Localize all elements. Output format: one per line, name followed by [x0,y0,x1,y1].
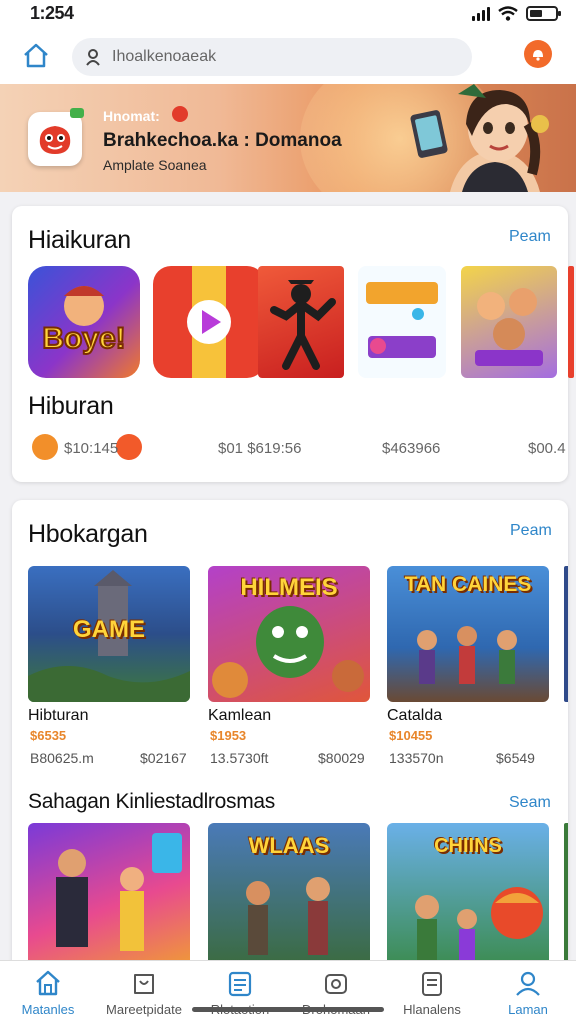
see-all-link[interactable]: Peam [509,228,551,246]
home-icon[interactable] [22,42,50,70]
thumbnail-title: GAME [73,616,145,643]
price-item: $10:145 [64,440,119,457]
search-icon [86,49,100,66]
nav-item-camera[interactable]: Drohomaan [288,961,384,1024]
nav-item-home[interactable]: Matanles [0,961,96,1024]
wifi-icon [498,6,518,21]
nav-item-profile[interactable]: Laman [480,961,576,1024]
banner-subtitle: Amplate Soanea [103,157,207,173]
game-value: $80029 [318,750,365,766]
banner-kicker: Hnomat: [103,108,160,124]
thumbnail-title: HILMEIS [240,574,338,601]
battery-icon [526,6,561,21]
game-value: $02167 [140,750,187,766]
game-thumbnail[interactable] [28,823,190,973]
game-thumbnail[interactable]: WLAAS [208,823,370,973]
list-icon [228,971,252,997]
see-all-link[interactable]: Seam [509,794,551,812]
more-games-peek [564,823,568,973]
thumbnail-title: WLAAS [248,833,330,858]
bell-icon [533,50,543,61]
coin-icon [32,434,58,460]
promo-banner[interactable]: Hnomat: Brahkechoa.ka : Domanoa Amplate … [0,84,576,192]
home-indicator [192,1007,384,1012]
game-rating: 133570n [389,750,444,766]
status-time: 1:254 [30,3,74,23]
notification-button[interactable] [524,40,552,68]
featured-app-logo [28,108,84,166]
game-thumbnail[interactable]: TAN CAINES [387,566,549,702]
section-card-games: Hbokargan Peam GAME HILMEIS TAN CAINES H… [12,500,568,973]
game-price: $10455 [389,728,433,743]
game-price: $6535 [30,728,67,743]
game-title: Catalda [387,707,443,724]
game-price: $1953 [210,728,247,743]
svg-text:Boye!: Boye! [42,322,125,355]
section-card-apps: Hiaikuran Peam Boye! Hiburan $10:145 $01… [12,206,574,482]
game-rating: 13.5730ft [210,750,269,766]
nav-label: Mareetpidate [106,1002,182,1017]
section-title: Sahagan Kinliestadlrosmas [28,790,275,813]
game-thumbnail[interactable]: CHIINS [387,823,549,973]
price-item: $00.4 [528,440,566,457]
section-title: Hbokargan [28,520,148,548]
game-title: Kamlean [208,707,272,724]
nav-item-store[interactable]: Mareetpidate [96,961,192,1024]
see-all-link[interactable]: Peam [510,522,552,540]
doc-icon [422,972,442,996]
nav-item-doc[interactable]: Hlanalens [384,961,480,1024]
search-input[interactable]: Ihoalkenoaeak [72,38,472,76]
status-bar: 1:254 [0,0,576,32]
hot-badge [172,106,188,122]
more-games-peek [564,566,568,702]
nav-item-list[interactable]: Rlotaotion [192,961,288,1024]
puzzle-game-icon[interactable] [358,266,446,378]
camera-icon [325,974,347,994]
nav-label: Matanles [21,1002,75,1017]
section-subtitle: Hiburan [28,392,114,420]
game-thumbnail[interactable]: GAME [28,566,190,702]
search-placeholder: Ihoalkenoaeak [112,48,217,65]
store-icon [134,974,154,994]
section-title: Hiaikuran [28,226,131,254]
boye-game-icon[interactable]: Boye! [28,266,140,378]
profile-icon [516,971,540,996]
signal-icon [472,6,490,21]
game-rating: B80625.m [30,750,94,766]
star-badge-icon [116,434,142,460]
game-thumbnail[interactable]: HILMEIS [208,566,370,702]
bottom-navigation: Matanles Mareetpidate Rlotaotion Drohoma… [0,960,576,1024]
more-apps-peek [568,266,574,378]
price-item: $01 $619:56 [218,440,302,457]
game-value: $6549 [496,750,535,766]
nav-label: Hlanalens [403,1002,461,1017]
game-title: Hibturan [28,707,89,724]
thumbnail-title: CHIINS [434,835,502,857]
party-game-icon[interactable] [461,266,557,378]
ninja-game-icon[interactable] [258,266,344,378]
home-icon [36,970,60,996]
video-player-icon[interactable] [153,266,265,378]
nav-label: Laman [508,1002,548,1017]
thumbnail-title: TAN CAINES [404,573,532,596]
price-item: $463966 [382,440,441,457]
banner-title: Brahkechoa.ka : Domanoa [103,130,342,151]
top-bar: Ihoalkenoaeak [0,32,576,84]
character-illustration [410,84,549,192]
